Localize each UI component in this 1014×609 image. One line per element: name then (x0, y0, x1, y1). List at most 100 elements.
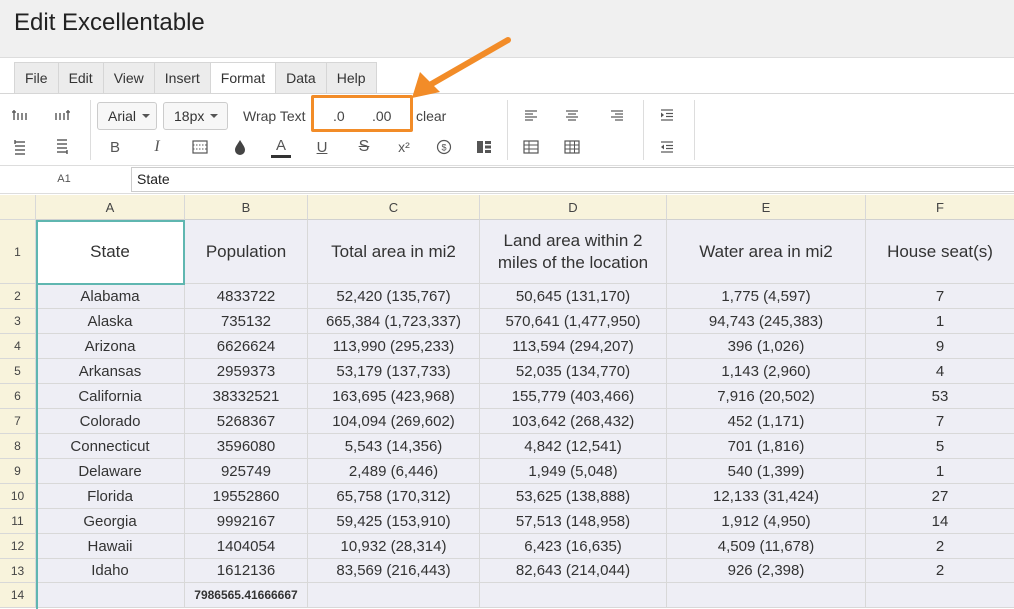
table-cell[interactable]: 1612136 (185, 559, 308, 583)
text-color-button[interactable]: A (270, 134, 292, 160)
table-cell[interactable] (308, 583, 480, 608)
table-cell[interactable]: 4,509 (11,678) (667, 534, 866, 559)
table-cell[interactable]: 53 (866, 384, 1014, 409)
table-cell[interactable]: 1,775 (4,597) (667, 284, 866, 309)
header-cell[interactable]: State (36, 220, 185, 284)
table-cell[interactable]: 570,641 (1,477,950) (480, 309, 667, 334)
font-family-dropdown[interactable]: Arial (97, 102, 157, 130)
header-cell[interactable]: Water area in mi2 (667, 220, 866, 284)
row-header-6[interactable]: 6 (0, 384, 36, 409)
row-header-11[interactable]: 11 (0, 509, 36, 534)
row-header-1[interactable]: 1 (0, 220, 36, 284)
grid-corner[interactable] (0, 195, 36, 220)
row-header-7[interactable]: 7 (0, 409, 36, 434)
table-cell[interactable]: Arkansas (36, 359, 185, 384)
header-cell[interactable]: Land area within 2 miles of the location (480, 220, 667, 284)
indent-increase-icon[interactable] (656, 104, 678, 126)
table-cell[interactable]: Arizona (36, 334, 185, 359)
table-cell[interactable]: 50,645 (131,170) (480, 284, 667, 309)
strikethrough-button[interactable]: S (355, 136, 373, 158)
table-cell[interactable] (667, 583, 866, 608)
table-cell[interactable]: 12,133 (31,424) (667, 484, 866, 509)
table-cell[interactable]: California (36, 384, 185, 409)
cell-reference[interactable]: A1 (0, 166, 128, 193)
table-cell[interactable]: 2959373 (185, 359, 308, 384)
row-header-14[interactable]: 14 (0, 583, 36, 608)
table-cell[interactable]: 163,695 (423,968) (308, 384, 480, 409)
row-header-13[interactable]: 13 (0, 559, 36, 583)
table-cell[interactable]: 7 (866, 284, 1014, 309)
fill-color-icon[interactable] (229, 136, 251, 158)
column-header-c[interactable]: C (308, 195, 480, 220)
table-cell[interactable]: 7,916 (20,502) (667, 384, 866, 409)
menu-insert[interactable]: Insert (155, 63, 211, 93)
menu-data[interactable]: Data (276, 63, 327, 93)
currency-icon[interactable]: $ (433, 136, 455, 158)
row-header-9[interactable]: 9 (0, 459, 36, 484)
table-cell[interactable] (866, 583, 1014, 608)
wrap-text-button[interactable]: Wrap Text (243, 108, 306, 124)
table-cell[interactable]: 1,912 (4,950) (667, 509, 866, 534)
menu-view[interactable]: View (104, 63, 155, 93)
column-header-b[interactable]: B (185, 195, 308, 220)
column-header-f[interactable]: F (866, 195, 1014, 220)
header-cell[interactable]: House seat(s) (866, 220, 1014, 284)
table-cell[interactable]: 4,842 (12,541) (480, 434, 667, 459)
table-cell[interactable]: 926 (2,398) (667, 559, 866, 583)
table-cell[interactable]: Idaho (36, 559, 185, 583)
table-cell[interactable]: Connecticut (36, 434, 185, 459)
table-cell[interactable]: 1 (866, 309, 1014, 334)
formula-input[interactable]: State (131, 167, 1014, 192)
table-cell[interactable]: 1,949 (5,048) (480, 459, 667, 484)
table-cell[interactable]: 113,990 (295,233) (308, 334, 480, 359)
table-cell[interactable]: 14 (866, 509, 1014, 534)
menu-file[interactable]: File (15, 63, 59, 93)
table-cell[interactable]: 9 (866, 334, 1014, 359)
table-cell[interactable] (36, 583, 185, 608)
table-cell[interactable]: 27 (866, 484, 1014, 509)
row-header-2[interactable]: 2 (0, 284, 36, 309)
table-cell[interactable]: 396 (1,026) (667, 334, 866, 359)
align-left-icon[interactable] (520, 104, 542, 126)
insert-column-right-icon[interactable] (50, 104, 74, 126)
table-cell[interactable]: 83,569 (216,443) (308, 559, 480, 583)
table-cell[interactable]: 1 (866, 459, 1014, 484)
table-cell[interactable]: 103,642 (268,432) (480, 409, 667, 434)
table-icon[interactable] (520, 136, 542, 158)
population-average-cell[interactable]: 7986565.41666667 (185, 583, 308, 608)
table-cell[interactable]: 113,594 (294,207) (480, 334, 667, 359)
table-cell[interactable]: 94,743 (245,383) (667, 309, 866, 334)
indent-decrease-icon[interactable] (656, 136, 678, 158)
align-center-icon[interactable] (561, 104, 583, 126)
table-cell[interactable]: Alabama (36, 284, 185, 309)
table-cell[interactable]: 1404054 (185, 534, 308, 559)
table-cell[interactable]: 5,543 (14,356) (308, 434, 480, 459)
table-cell[interactable]: 82,643 (214,044) (480, 559, 667, 583)
table-cell[interactable]: 665,384 (1,723,337) (308, 309, 480, 334)
table-cell[interactable]: 701 (1,816) (667, 434, 866, 459)
table-cell[interactable]: 7 (866, 409, 1014, 434)
table-cell[interactable]: 104,094 (269,602) (308, 409, 480, 434)
column-header-a[interactable]: A (36, 195, 185, 220)
table-cell[interactable]: 53,179 (137,733) (308, 359, 480, 384)
table-cell[interactable]: 540 (1,399) (667, 459, 866, 484)
table-cell[interactable]: Georgia (36, 509, 185, 534)
table-cell[interactable]: 3596080 (185, 434, 308, 459)
table-cell[interactable]: 4 (866, 359, 1014, 384)
align-right-icon[interactable] (606, 104, 628, 126)
row-header-8[interactable]: 8 (0, 434, 36, 459)
table-cell[interactable]: 6626624 (185, 334, 308, 359)
header-cell[interactable]: Total area in mi2 (308, 220, 480, 284)
table-cell[interactable]: 52,035 (134,770) (480, 359, 667, 384)
insert-column-icon[interactable] (8, 104, 32, 126)
table-cell[interactable]: 925749 (185, 459, 308, 484)
table-cell[interactable]: 19552860 (185, 484, 308, 509)
table-cell[interactable]: Hawaii (36, 534, 185, 559)
table-cell[interactable]: 9992167 (185, 509, 308, 534)
table-cell[interactable]: 5 (866, 434, 1014, 459)
column-header-d[interactable]: D (480, 195, 667, 220)
merge-cells-icon[interactable] (473, 136, 495, 158)
table-cell[interactable]: 5268367 (185, 409, 308, 434)
row-header-10[interactable]: 10 (0, 484, 36, 509)
table-cell[interactable]: 4833722 (185, 284, 308, 309)
